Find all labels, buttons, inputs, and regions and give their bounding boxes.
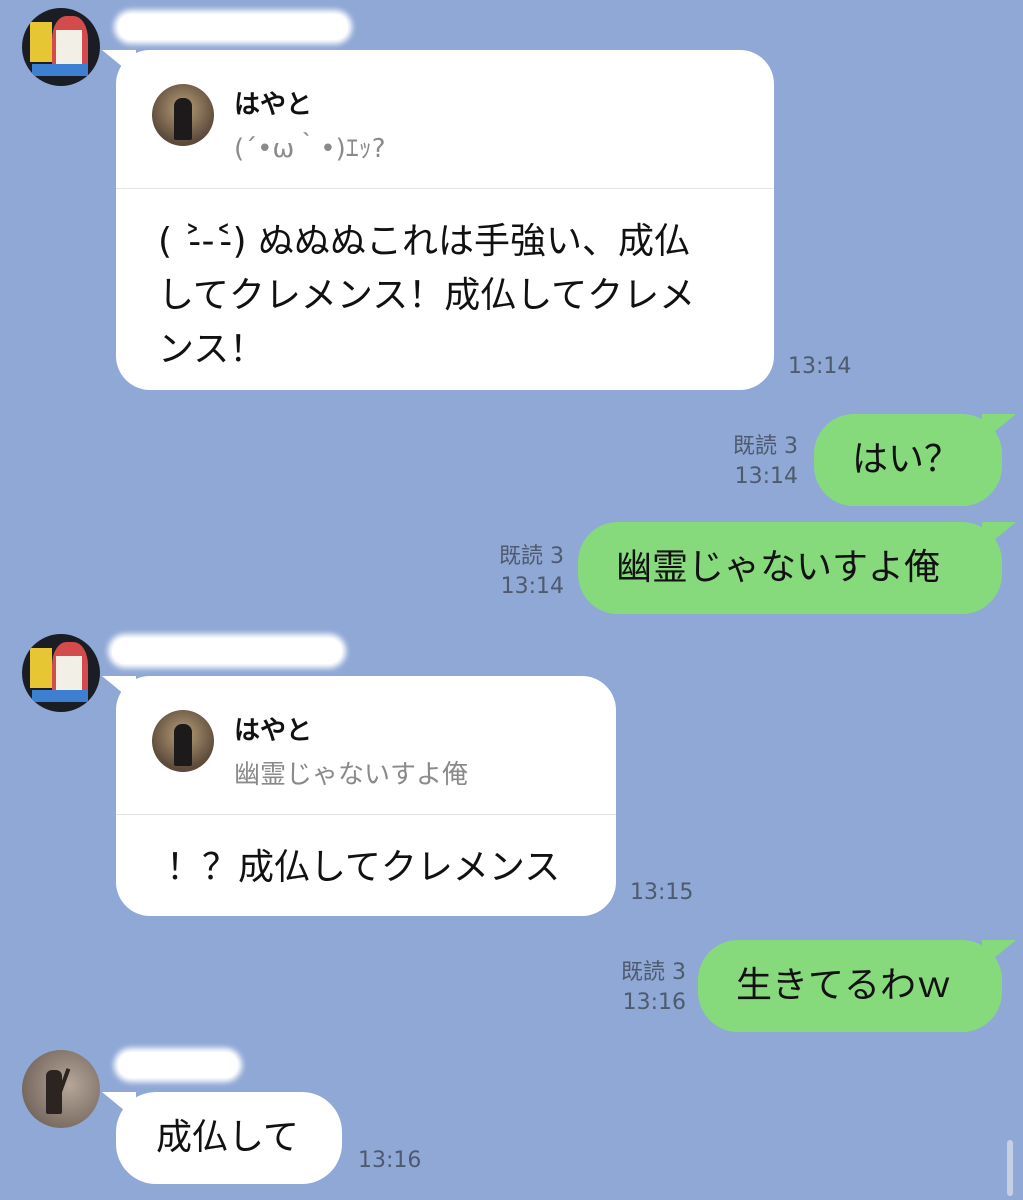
chat-area[interactable]: はやと (´•ω｀•)ｴｯ? ( ˃̵-˂̵) ぬぬぬこれは手強い、成仏 してク…: [0, 0, 1023, 1200]
reply-quote[interactable]: はやと (´•ω｀•)ｴｯ?: [116, 50, 774, 189]
sender-avatar[interactable]: [22, 1050, 100, 1128]
read-receipt: 既読 3 13:14: [712, 432, 798, 492]
message-bubble[interactable]: はい？: [814, 414, 1002, 506]
read-count: 既読 3: [499, 544, 564, 569]
redacted-sender-name: [118, 1052, 238, 1078]
message-bubble[interactable]: はやと (´•ω｀•)ｴｯ? ( ˃̵-˂̵) ぬぬぬこれは手強い、成仏 してク…: [116, 50, 774, 390]
read-count: 既読 3: [621, 960, 686, 985]
reply-quoted-text: (´•ω｀•)ｴｯ?: [234, 134, 386, 164]
sender-avatar[interactable]: [22, 634, 100, 712]
reply-sender-name: はやと: [234, 90, 313, 120]
message-time: 13:16: [358, 1148, 422, 1173]
scrollbar[interactable]: [1007, 1140, 1013, 1196]
message-time: 13:15: [630, 880, 694, 905]
reply-avatar: [152, 710, 214, 772]
read-count: 既読 3: [733, 434, 798, 459]
reply-quoted-text: 幽霊じゃないすよ俺: [234, 760, 469, 790]
message-bubble[interactable]: 幽霊じゃないすよ俺: [578, 522, 1002, 614]
message-text: ( ˃̵-˂̵) ぬぬぬこれは手強い、成仏 してクレメンス！成仏してクレメ ンス…: [158, 221, 696, 370]
message-bubble[interactable]: 生きてるわｗ: [698, 940, 1002, 1032]
sender-avatar[interactable]: [22, 8, 100, 86]
message-bubble[interactable]: 成仏して: [116, 1092, 342, 1184]
read-receipt: 既読 3 13:16: [600, 958, 686, 1018]
reply-avatar: [152, 84, 214, 146]
message-time: 13:14: [788, 354, 852, 379]
message-time: 13:14: [500, 574, 564, 599]
read-receipt: 既読 3 13:14: [478, 542, 564, 602]
message-bubble[interactable]: はやと 幽霊じゃないすよ俺 ！？成仏してクレメンス: [116, 676, 616, 916]
redacted-sender-name: [118, 14, 348, 40]
message-text: ！？成仏してクレメンス: [166, 847, 561, 888]
message-time: 13:14: [734, 464, 798, 489]
reply-sender-name: はやと: [234, 716, 313, 746]
redacted-sender-name: [112, 638, 342, 664]
reply-quote[interactable]: はやと 幽霊じゃないすよ俺: [116, 676, 616, 815]
message-time: 13:16: [622, 990, 686, 1015]
